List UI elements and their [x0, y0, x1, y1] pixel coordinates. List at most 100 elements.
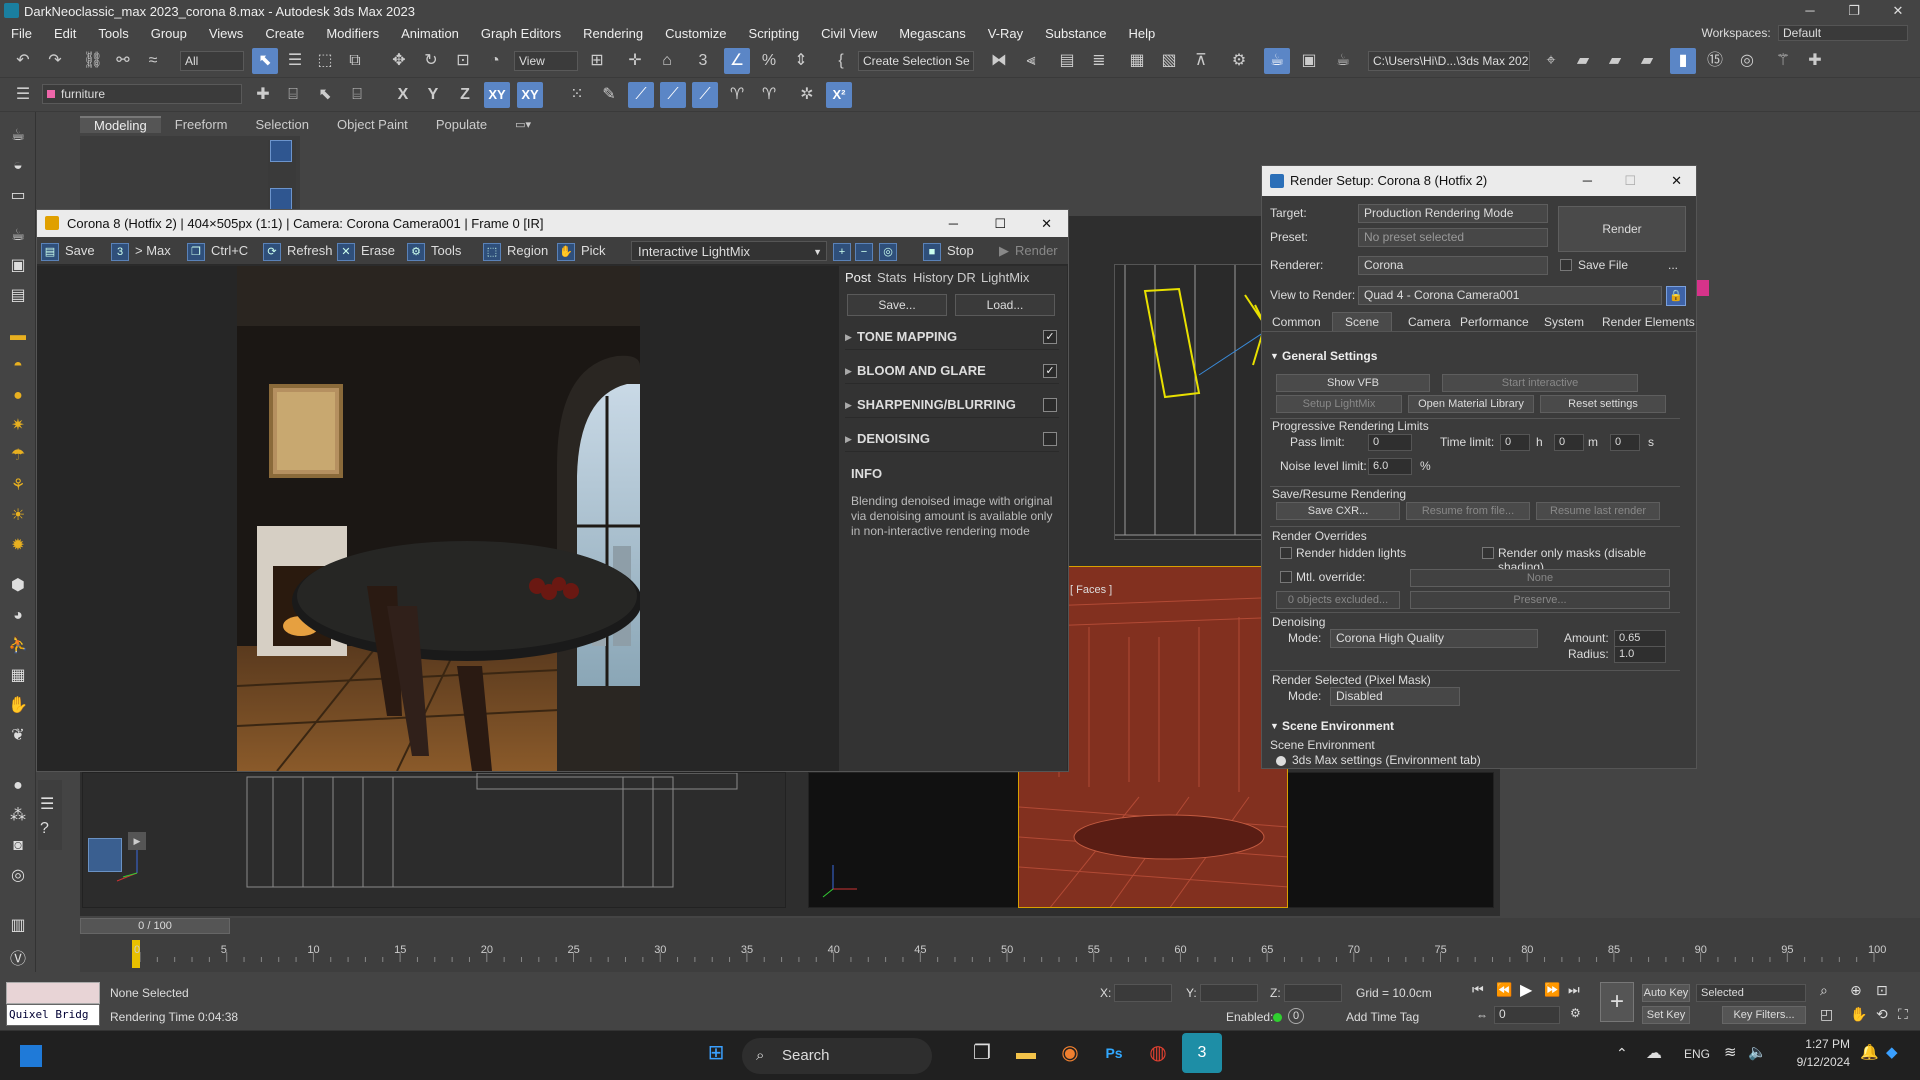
vfb-region-button[interactable]: ⬚ Region	[483, 241, 548, 261]
ribbon-second-tool-icon[interactable]	[270, 188, 292, 210]
menu-modifiers[interactable]: Modifiers	[315, 26, 390, 41]
rs-close-icon[interactable]: ✕	[1671, 166, 1682, 196]
menu-customize[interactable]: Customize	[654, 26, 737, 41]
setup-lightmix-button[interactable]: Setup LightMix	[1276, 395, 1402, 413]
restore-icon[interactable]: ❐	[1832, 0, 1876, 22]
time-config-icon[interactable]: ⚙	[1570, 1006, 1581, 1020]
vfb-post-save-button[interactable]: Save...	[847, 294, 947, 316]
vfb-tools-button[interactable]: ⚙ Tools	[407, 241, 461, 261]
reference-coord-select[interactable]: View	[514, 51, 578, 71]
tab-scene[interactable]: Scene	[1332, 312, 1393, 331]
photoshop-icon[interactable]: Ps	[1094, 1033, 1134, 1073]
time-hours-input[interactable]: 0	[1500, 434, 1530, 451]
timeline[interactable]: 0 / 100 0 5 10 15 20 25 30 35 40 45 50 55 60 65 70 75 80…	[80, 918, 1920, 972]
menu-help[interactable]: Help	[1118, 26, 1167, 41]
material-sphere-icon[interactable]: ●	[6, 774, 30, 798]
denoising-checkbox[interactable]	[1043, 432, 1057, 446]
sky-icon[interactable]: ☀	[6, 504, 30, 528]
pan-icon[interactable]: ✋	[1850, 1006, 1867, 1023]
curve-editor-icon[interactable]: ▦	[1124, 48, 1150, 74]
window-crossing-icon[interactable]: ⧉	[342, 48, 368, 74]
play-icon[interactable]: ▶	[1520, 980, 1532, 1000]
quixel-bridge-field[interactable]: Quixel Bridg	[6, 1004, 100, 1026]
widgets-icon[interactable]	[20, 1045, 42, 1067]
set-key-big-icon[interactable]: +	[1600, 982, 1634, 1022]
selection-filter-select[interactable]: All	[180, 51, 244, 71]
snap-face-icon[interactable]: ⟋	[660, 82, 686, 108]
chrome-icon[interactable]: ◍	[1138, 1033, 1178, 1073]
tab-selection[interactable]: Selection	[242, 117, 323, 132]
add-time-tag[interactable]: Add Time Tag	[1346, 1010, 1419, 1024]
taskbar-search[interactable]: ⌕ Search	[742, 1038, 932, 1074]
amount-input[interactable]: 0.65	[1614, 630, 1666, 647]
layer-objects-icon[interactable]: ⌸	[344, 82, 370, 108]
key-filters-button[interactable]: Key Filters...	[1722, 1006, 1806, 1024]
vfb-save-button[interactable]: ▤ Save	[41, 241, 95, 261]
grid-object-icon[interactable]: ▦	[6, 664, 30, 688]
sun-light-icon[interactable]: ✷	[6, 414, 30, 438]
layer-explorer-icon[interactable]: ≣	[1086, 48, 1112, 74]
maxscript-listener[interactable]	[6, 982, 100, 1004]
time-slider[interactable]: 0 / 100	[80, 918, 230, 934]
hand-icon[interactable]: ✋	[6, 694, 30, 718]
tray-chevron-icon[interactable]: ⌃	[1616, 1045, 1628, 1062]
start-icon[interactable]: ⊞	[696, 1033, 736, 1073]
tab-system[interactable]: System	[1544, 315, 1584, 329]
zoom-all-icon[interactable]: ⊕	[1850, 982, 1862, 999]
menu-group[interactable]: Group	[140, 26, 198, 41]
snap-pivot-icon[interactable]: ⟋	[692, 82, 718, 108]
enabled-value[interactable]: 0	[1288, 1008, 1304, 1024]
language-indicator[interactable]: ENG	[1684, 1047, 1710, 1061]
task-view-icon[interactable]: ❐	[962, 1033, 1002, 1073]
tab-populate[interactable]: Populate	[422, 117, 501, 132]
z-coord-input[interactable]	[1284, 984, 1342, 1002]
vfb-close-icon[interactable]: ✕	[1041, 210, 1052, 237]
clock-time[interactable]: 1:27 PM	[1790, 1037, 1850, 1051]
sphere-light-icon[interactable]: ●	[6, 384, 30, 408]
pass-limit-input[interactable]: 0	[1368, 434, 1412, 451]
list-icon[interactable]: ☰	[40, 794, 54, 814]
preserve-button[interactable]: Preserve...	[1410, 591, 1670, 609]
rotate-icon[interactable]: ↻	[418, 48, 444, 74]
container-icon[interactable]: ▭	[6, 184, 30, 208]
camera-icon[interactable]: ▣	[6, 254, 30, 278]
brush-icon[interactable]: ⚚	[1770, 48, 1796, 74]
unlink-icon[interactable]: ⚯	[110, 48, 136, 74]
render-button[interactable]: Render	[1558, 206, 1686, 252]
named-selection-set-select[interactable]: Create Selection Se	[858, 51, 974, 71]
rs-minimize-icon[interactable]: ─	[1583, 166, 1592, 196]
more-options-icon[interactable]: ...	[1668, 258, 1678, 272]
snap-xy-button[interactable]: X²	[826, 82, 852, 108]
edit-named-sets-icon[interactable]: {	[828, 48, 854, 74]
vfb-zoom-fit-button[interactable]: ◎	[879, 241, 903, 261]
menu-edit[interactable]: Edit	[43, 26, 87, 41]
axis-y-button[interactable]: Y	[420, 82, 446, 108]
tab-freeform[interactable]: Freeform	[161, 117, 242, 132]
save-file-checkbox[interactable]	[1560, 259, 1572, 271]
sharpening-checkbox[interactable]	[1043, 398, 1057, 412]
light-spot-icon[interactable]: ◓	[6, 354, 30, 378]
blender-icon[interactable]: ◉	[1050, 1033, 1090, 1073]
keyboard-shortcut-icon[interactable]: ⌂	[654, 48, 680, 74]
lamp-icon[interactable]: ☂	[6, 444, 30, 468]
current-frame-input[interactable]: 0	[1494, 1006, 1560, 1024]
maximize-viewport-icon[interactable]: ⛶	[1898, 1006, 1908, 1023]
box-icon[interactable]: ⬢	[6, 574, 30, 598]
mirror-icon[interactable]: ⧓	[986, 48, 1012, 74]
move-icon[interactable]: ✥	[386, 48, 412, 74]
counter-icon[interactable]: ⑮	[1702, 48, 1728, 74]
vfb-maximize-icon[interactable]: ☐	[994, 210, 1006, 237]
sun-burst-icon[interactable]: ✹	[6, 534, 30, 558]
render-selected-mode-select[interactable]: Disabled	[1330, 687, 1460, 706]
angle-snap-icon[interactable]: ∠	[724, 48, 750, 74]
bloom-glare-checkbox[interactable]: ✓	[1043, 364, 1057, 378]
objects-excluded-button[interactable]: 0 objects excluded...	[1276, 591, 1400, 609]
vfb-tab-dr[interactable]: DR	[957, 270, 976, 285]
orbit-view-icon[interactable]: ⟲	[1876, 1006, 1888, 1023]
project-path-select[interactable]: C:\Users\Hi\D...\3ds Max 2023	[1368, 51, 1530, 71]
snap-center-icon[interactable]: ♈	[756, 82, 782, 108]
tab-camera[interactable]: Camera	[1408, 315, 1451, 329]
noise-limit-input[interactable]: 6.0	[1368, 458, 1412, 475]
layer-select[interactable]: furniture	[42, 84, 242, 104]
reset-settings-button[interactable]: Reset settings	[1540, 395, 1666, 413]
